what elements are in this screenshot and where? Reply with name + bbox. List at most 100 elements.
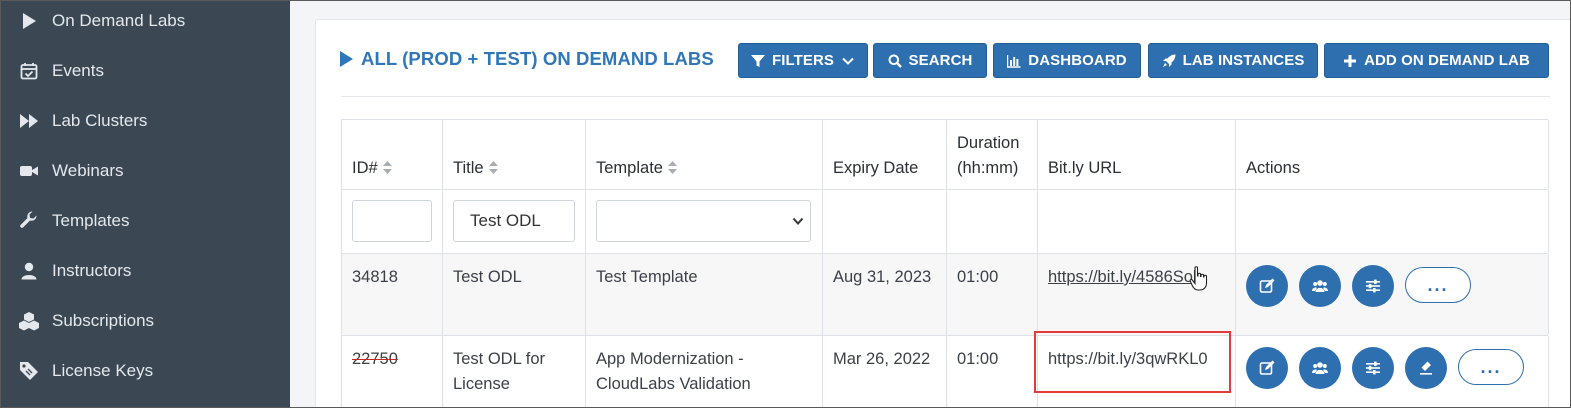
table-header-row: ID# Title Template Expiry Date Duration … [341, 119, 1549, 190]
cell-id: 34818 [342, 254, 443, 335]
sliders-icon [1366, 279, 1380, 293]
header-id-label: ID# [352, 159, 378, 177]
settings-button[interactable] [1352, 265, 1394, 307]
users-button[interactable] [1299, 347, 1341, 389]
more-button[interactable]: ... [1405, 267, 1471, 303]
add-on-demand-lab-label: ADD ON DEMAND LAB [1364, 52, 1530, 69]
edit-button[interactable] [1246, 265, 1288, 307]
users-button[interactable] [1299, 265, 1341, 307]
app-window: On Demand Labs Events Lab Clusters Webin… [0, 0, 1571, 408]
sidebar-item-webinars[interactable]: Webinars [1, 156, 290, 186]
cell-actions: ... [1236, 254, 1549, 335]
bitly-link[interactable]: https://bit.ly/3qwRKL0 [1048, 347, 1208, 372]
rocket-icon [1162, 54, 1176, 67]
sliders-icon [1366, 361, 1380, 375]
row-duration: 01:00 [957, 268, 999, 286]
sidebar-item-on-demand-labs[interactable]: On Demand Labs [1, 6, 290, 36]
row-template: App Modernization - [596, 350, 744, 368]
cell-expiry: Mar 26, 2022 [823, 336, 947, 407]
sidebar-item-events[interactable]: Events [1, 56, 290, 86]
renew-button[interactable] [1405, 347, 1447, 389]
sidebar-item-license-keys[interactable]: License Keys [1, 356, 290, 386]
row-title: Test ODL [453, 268, 522, 286]
sidebar-item-templates[interactable]: Templates [1, 206, 290, 236]
header-duration-label: Duration [957, 134, 1020, 152]
filters-button[interactable]: FILTERS [738, 43, 868, 78]
header-duration-unit: (hh:mm) [957, 159, 1019, 177]
play-icon [340, 51, 353, 67]
sidebar: On Demand Labs Events Lab Clusters Webin… [1, 1, 290, 407]
sidebar-item-instructors[interactable]: Instructors [1, 256, 290, 286]
sidebar-item-subscriptions[interactable]: Subscriptions [1, 306, 290, 336]
sidebar-item-label: Instructors [52, 261, 132, 280]
sidebar-item-label: Events [52, 61, 104, 80]
row-template-line2: CloudLabs Validation [596, 375, 751, 393]
wrench-icon [18, 210, 40, 232]
cell-template: Test Template [586, 254, 823, 335]
more-button[interactable]: ... [1458, 349, 1524, 385]
page-title-text: ALL (PROD + TEST) ON DEMAND LABS [361, 48, 714, 69]
template-filter-select[interactable] [596, 200, 811, 242]
cell-template: App Modernization - CloudLabs Validation [586, 336, 823, 407]
header-title[interactable]: Title [443, 120, 586, 189]
sidebar-item-lab-clusters[interactable]: Lab Clusters [1, 106, 290, 136]
sort-icon [488, 157, 498, 174]
user-icon [18, 260, 40, 282]
header-actions-label: Actions [1246, 159, 1301, 177]
dashboard-button[interactable]: DASHBOARD [993, 43, 1141, 78]
cell-title: Test ODL [443, 254, 586, 335]
title-filter-input[interactable] [453, 200, 575, 242]
users-icon [1312, 362, 1328, 374]
row-id: 22750 [352, 350, 398, 368]
header-template[interactable]: Template [586, 120, 823, 189]
row-template: Test Template [596, 268, 698, 286]
filter-cell-id [342, 190, 443, 253]
chevron-down-icon [842, 57, 854, 65]
filter-cell-empty [947, 190, 1038, 253]
chevron-down-icon [792, 217, 804, 225]
plus-icon [1344, 54, 1357, 67]
cell-expiry: Aug 31, 2023 [823, 254, 947, 335]
filter-cell-empty [823, 190, 947, 253]
row-title-line2: License [453, 375, 510, 393]
header-title-label: Title [453, 159, 484, 177]
calendar-check-icon [18, 60, 40, 82]
add-on-demand-lab-button[interactable]: ADD ON DEMAND LAB [1324, 43, 1549, 78]
filters-label: FILTERS [771, 52, 835, 69]
filter-cell-title [443, 190, 586, 253]
header-url-label: Bit.ly URL [1048, 159, 1122, 177]
cubes-icon [18, 310, 40, 332]
search-button[interactable]: SEARCH [873, 43, 987, 78]
bar-chart-icon [1007, 54, 1021, 68]
lab-instances-button[interactable]: LAB INSTANCES [1148, 43, 1318, 78]
ticket-icon [18, 360, 40, 382]
lab-instances-label: LAB INSTANCES [1182, 52, 1305, 69]
play-icon [18, 10, 40, 32]
settings-button[interactable] [1352, 347, 1394, 389]
sort-icon [667, 157, 677, 174]
fast-forward-icon [18, 110, 40, 132]
edit-icon [1259, 278, 1275, 293]
row-expiry: Aug 31, 2023 [833, 268, 932, 286]
cell-title: Test ODL for License [443, 336, 586, 407]
sidebar-item-label: License Keys [52, 361, 154, 380]
row-expiry: Mar 26, 2022 [833, 350, 931, 368]
search-icon [888, 54, 902, 68]
id-filter-input[interactable] [352, 200, 432, 242]
edit-button[interactable] [1246, 347, 1288, 389]
header-expiry-date: Expiry Date [823, 120, 947, 189]
bitly-link[interactable]: https://bit.ly/4586Sol [1048, 265, 1197, 290]
header-duration: Duration (hh:mm) [947, 120, 1038, 189]
users-icon [1312, 280, 1328, 292]
row-duration: 01:00 [957, 350, 999, 368]
table-row: 22750 Test ODL for License App Moderniza… [341, 336, 1549, 407]
filter-icon [750, 54, 765, 67]
dashboard-label: DASHBOARD [1028, 52, 1127, 69]
filter-row [341, 190, 1549, 254]
header-id[interactable]: ID# [342, 120, 443, 189]
header-expiry-label: Expiry Date [833, 159, 919, 177]
sidebar-item-label: On Demand Labs [52, 11, 186, 30]
eraser-icon [1420, 361, 1432, 375]
filter-cell-template [586, 190, 823, 253]
cell-duration: 01:00 [947, 336, 1038, 407]
